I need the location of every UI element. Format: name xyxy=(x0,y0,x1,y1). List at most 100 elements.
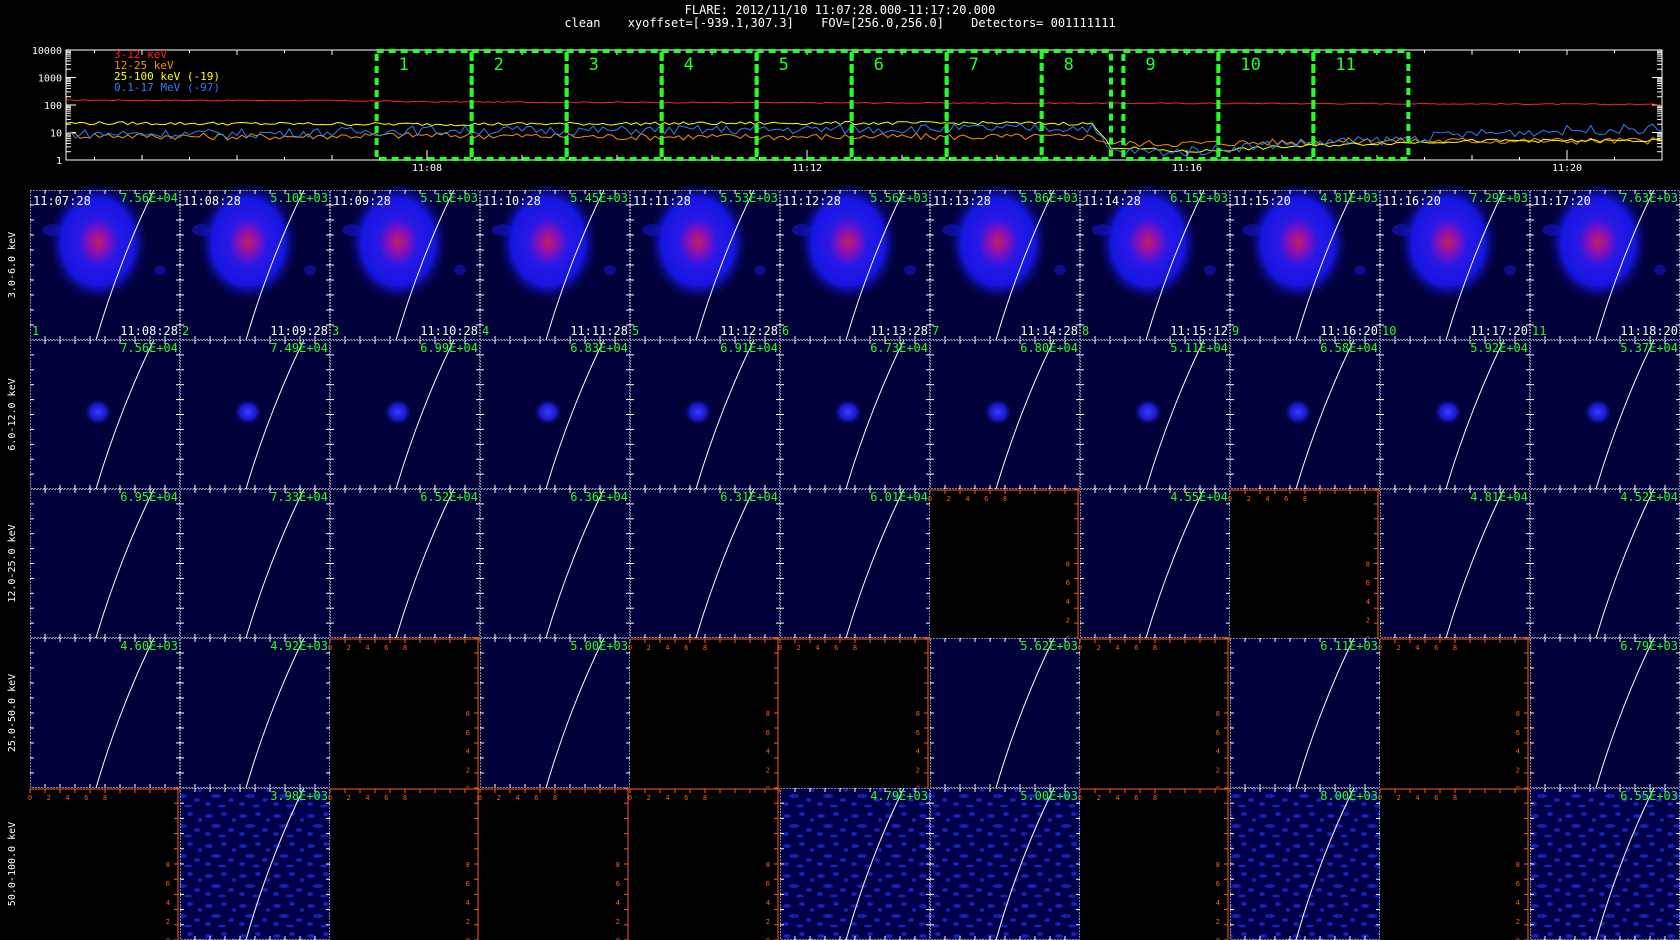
empty-axis-tick-label: 8 xyxy=(1516,861,1520,869)
panel-number: 6 xyxy=(782,324,789,338)
empty-axis-tick-label: 4 xyxy=(65,794,69,802)
emission-patch xyxy=(1504,265,1516,275)
empty-axis-tick-label: 4 xyxy=(665,794,669,802)
empty-axis-tick-label: 0 xyxy=(328,794,332,802)
empty-panel xyxy=(1380,788,1530,940)
empty-axis-tick-label: 6 xyxy=(384,644,388,652)
empty-axis-tick-label: 2 xyxy=(766,918,770,926)
empty-axis-tick-label: 4 xyxy=(965,495,969,503)
empty-axis-tick-label: 8 xyxy=(466,861,470,869)
empty-axis-tick-label: 0 xyxy=(1378,644,1382,652)
empty-axis-tick-label: 6 xyxy=(766,729,770,737)
image-panel xyxy=(780,489,930,638)
empty-axis-tick-label: 6 xyxy=(984,495,988,503)
empty-axis-tick-label: 4 xyxy=(1216,899,1220,907)
peak-value: 6.91E+04 xyxy=(720,341,778,355)
image-panel xyxy=(330,489,480,638)
empty-axis-tick-label: 2 xyxy=(1216,918,1220,926)
empty-panel xyxy=(1380,638,1530,788)
peak-value: 4.81E+03 xyxy=(1320,191,1378,205)
peak-value: 6.58E+04 xyxy=(1320,341,1378,355)
empty-axis-tick-label: 4 xyxy=(1066,598,1070,606)
peak-value: 5.62E+03 xyxy=(1020,639,1078,653)
panel-end-time: 11:13:28 xyxy=(870,324,928,338)
emission-source xyxy=(533,398,563,426)
empty-axis-tick-label: 6 xyxy=(466,880,470,888)
empty-axis-tick-label: 8 xyxy=(553,794,557,802)
emission-patch xyxy=(304,265,316,275)
peak-value: 6.11E+03 xyxy=(1320,639,1378,653)
peak-value: 8.00E+03 xyxy=(1320,789,1378,803)
panel-end-time: 11:14:28 xyxy=(1020,324,1078,338)
empty-axis-tick-label: 6 xyxy=(466,729,470,737)
panel-start-time: 11:16:20 xyxy=(1383,194,1441,208)
empty-axis-tick-label: 2 xyxy=(1066,616,1070,624)
peak-value: 6.01E+04 xyxy=(870,490,928,504)
empty-axis-tick-label: 0 xyxy=(628,644,632,652)
emission-patch xyxy=(1092,224,1112,236)
panel-number: 7 xyxy=(932,324,939,338)
empty-axis-tick-label: 4 xyxy=(1516,899,1520,907)
empty-axis-tick-label: 6 xyxy=(616,880,620,888)
peak-value: 5.45E+03 xyxy=(570,191,628,205)
empty-axis-tick-label: 8 xyxy=(1216,861,1220,869)
image-panel xyxy=(1530,788,1680,940)
image-panel xyxy=(480,638,630,788)
empty-axis-tick-label: 4 xyxy=(1265,495,1269,503)
image-panel xyxy=(930,638,1080,788)
empty-axis-tick-label: 2 xyxy=(466,918,470,926)
emission-patch xyxy=(1654,265,1666,275)
empty-axis-tick-label: 6 xyxy=(1066,579,1070,587)
empty-axis-tick-label: 8 xyxy=(466,710,470,718)
empty-axis-tick-label: 6 xyxy=(84,794,88,802)
empty-axis-tick-label: 4 xyxy=(1415,644,1419,652)
panel-end-time: 11:10:28 xyxy=(420,324,478,338)
peak-value: 5.16E+03 xyxy=(420,191,478,205)
empty-panel xyxy=(1080,788,1230,940)
empty-panel xyxy=(1080,638,1230,788)
emission-patch xyxy=(1054,265,1066,275)
emission-source xyxy=(683,398,713,426)
emission-source xyxy=(1583,398,1613,426)
empty-axis-tick-label: 2 xyxy=(647,794,651,802)
panel-start-time: 11:17:20 xyxy=(1533,194,1591,208)
emission-patch xyxy=(1354,265,1366,275)
empty-axis-tick-label: 4 xyxy=(1415,794,1419,802)
empty-axis-tick-label: 8 xyxy=(766,710,770,718)
panel-number: 4 xyxy=(482,324,489,338)
emission-source xyxy=(1133,398,1163,426)
image-panel xyxy=(1530,489,1680,638)
empty-axis-tick-label: 8 xyxy=(1153,644,1157,652)
energy-band-label: 50.0-100.0 keV xyxy=(7,822,18,906)
empty-axis-tick-label: 8 xyxy=(403,644,407,652)
peak-value: 6.79E+03 xyxy=(1620,639,1678,653)
empty-axis-tick-label: 0 xyxy=(1378,794,1382,802)
empty-axis-tick-label: 8 xyxy=(703,644,707,652)
image-grid: 3.0-6.0 keV6.0-12.0 keV12.0-25.0 keV25.0… xyxy=(7,180,1680,940)
image-panel xyxy=(1080,489,1230,638)
emission-source xyxy=(233,398,263,426)
empty-axis-tick-label: 6 xyxy=(834,644,838,652)
peak-value: 6.15E+03 xyxy=(1170,191,1228,205)
peak-value: 4.52E+04 xyxy=(1620,490,1678,504)
emission-patch xyxy=(1542,224,1562,236)
image-panel xyxy=(180,788,330,940)
peak-value: 7.49E+04 xyxy=(270,341,328,355)
image-panel xyxy=(780,788,930,940)
peak-value: 5.00E+03 xyxy=(1020,789,1078,803)
peak-value: 5.11E+04 xyxy=(1170,341,1228,355)
empty-axis-tick-label: 2 xyxy=(616,918,620,926)
empty-axis-tick-label: 4 xyxy=(466,748,470,756)
peak-value: 5.86E+03 xyxy=(1020,191,1078,205)
emission-patch xyxy=(454,265,466,275)
empty-axis-tick-label: 6 xyxy=(534,794,538,802)
empty-axis-tick-label: 4 xyxy=(766,899,770,907)
peak-value: 4.79E+03 xyxy=(870,789,928,803)
empty-axis-tick-label: 4 xyxy=(1366,598,1370,606)
panel-number: 8 xyxy=(1082,324,1089,338)
peak-value: 4.60E+03 xyxy=(120,639,178,653)
panel-start-time: 11:10:28 xyxy=(483,194,541,208)
empty-axis-tick-label: 2 xyxy=(647,644,651,652)
image-panel xyxy=(180,638,330,788)
energy-band-label: 3.0-6.0 keV xyxy=(7,232,18,298)
